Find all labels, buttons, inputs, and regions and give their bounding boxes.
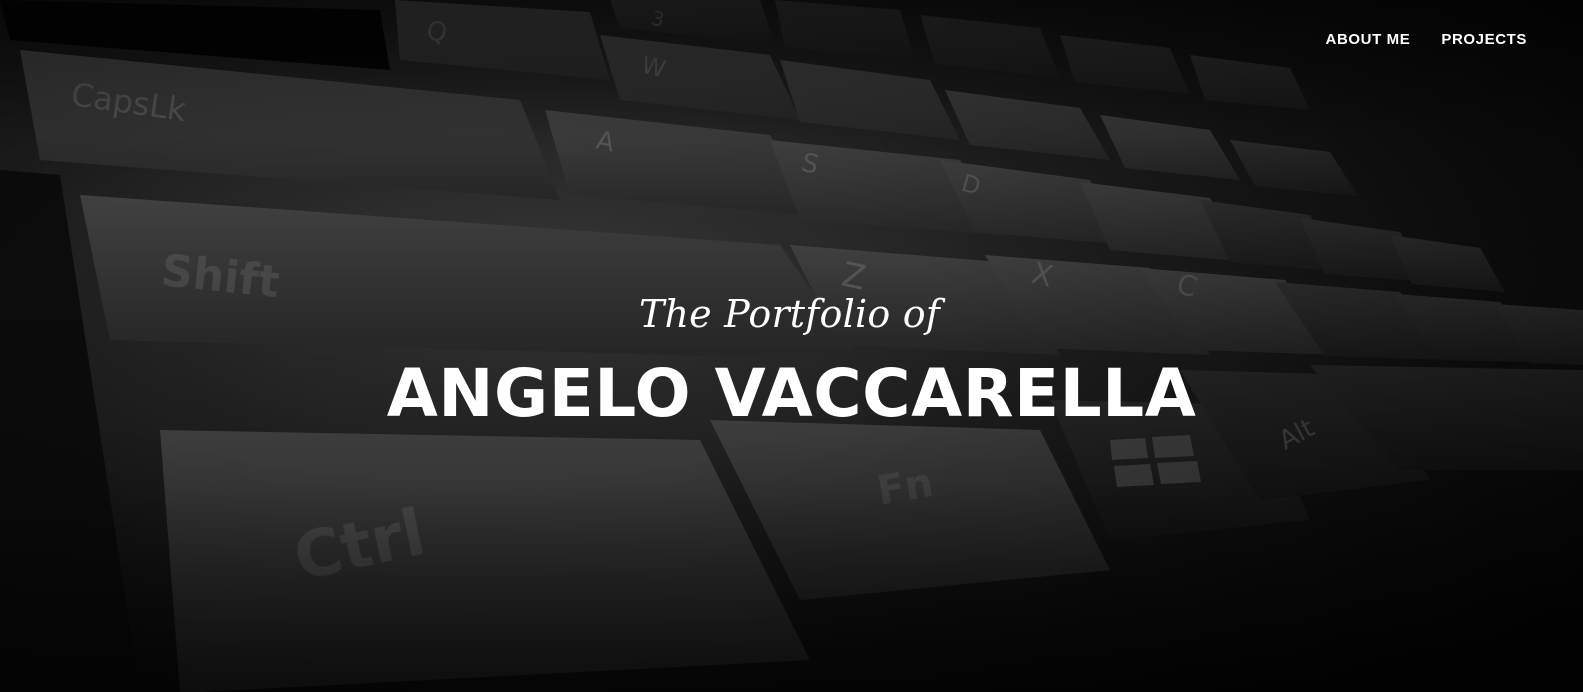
key-fn — [710, 420, 1110, 600]
nav-link-projects[interactable]: PROJECTS — [1441, 31, 1527, 48]
top-navigation: ABOUT ME PROJECTS — [0, 0, 1583, 78]
hero-heading: The Portfolio of ANGELO VACCARELLA — [0, 288, 1583, 434]
hero-section: Q W 3 CapsLk A S D Shift Z X C Ctrl Fn A… — [0, 0, 1583, 692]
key-a — [545, 110, 810, 215]
key-legend-fn: Fn — [874, 460, 937, 515]
hero-title: ANGELO VACCARELLA — [386, 355, 1197, 432]
nav-link-about-me[interactable]: ABOUT ME — [1326, 31, 1411, 48]
hero-subtitle: The Portfolio of — [638, 292, 941, 336]
key-ctrl — [160, 430, 810, 692]
